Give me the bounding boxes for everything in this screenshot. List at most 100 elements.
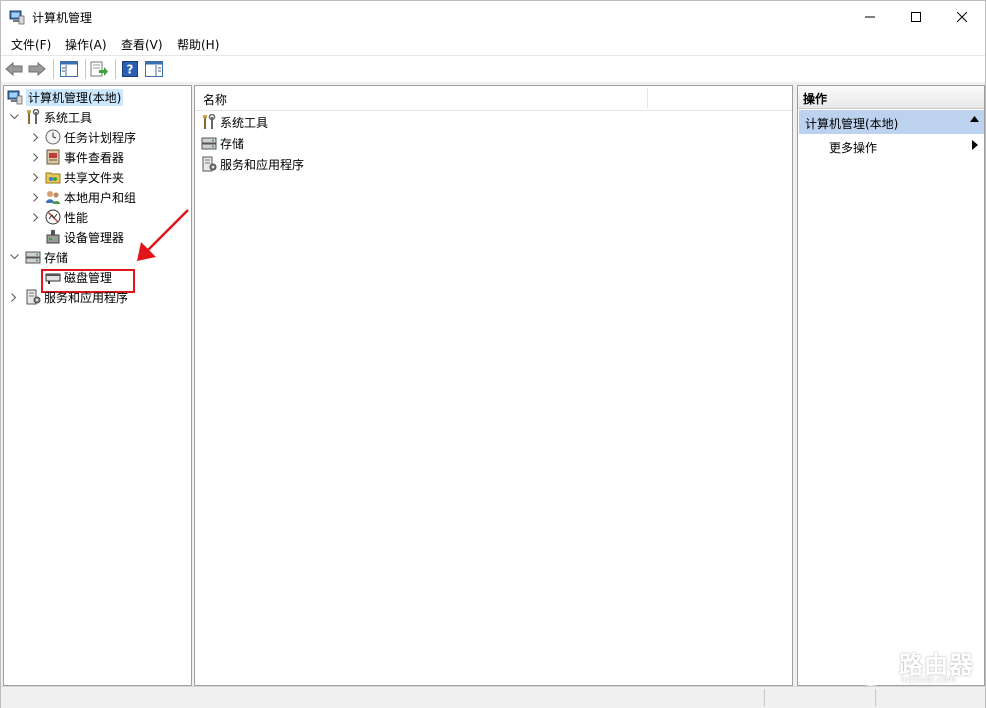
expand-event-viewer[interactable] [30, 147, 42, 167]
tree-item-system-tools[interactable]: 系统工具 [25, 107, 92, 127]
computer-management-icon [7, 90, 23, 105]
show-hide-tree-button[interactable] [59, 59, 79, 79]
menu-help[interactable]: 帮助(H) [177, 36, 219, 53]
event-viewer-icon [46, 149, 60, 165]
tree-item-label: 设备管理器 [64, 230, 125, 245]
device-manager-icon [46, 230, 60, 244]
chevron-right-icon [33, 172, 39, 182]
window-title: 计算机管理 [32, 11, 93, 25]
maximize-icon [911, 12, 921, 22]
toolbar: ? [1, 55, 985, 82]
toolbar-separator [53, 59, 54, 79]
status-separator [875, 689, 876, 706]
tree-root-label: 计算机管理(本地) [26, 88, 124, 106]
tree-item-services-apps[interactable]: 服务和应用程序 [25, 287, 128, 307]
column-separator[interactable] [647, 88, 648, 108]
expand-services-apps[interactable] [8, 287, 20, 307]
work-area: 计算机管理(本地) 系统工具 任务计划程序 事件查看器 共享文件夹 本地用户和组… [1, 82, 985, 686]
console-tree-icon [60, 61, 78, 77]
status-separator [764, 689, 765, 706]
list-item[interactable]: 服务和应用程序 [201, 154, 304, 174]
annotation-arrow-icon [137, 209, 189, 261]
chevron-right-icon [11, 292, 17, 302]
tree-item-label: 本地用户和组 [64, 190, 137, 205]
menu-bar: 文件(F) 操作(A) 查看(V) 帮助(H) [1, 33, 985, 54]
tree-item-label: 性能 [64, 210, 89, 225]
tree-item-performance[interactable]: 性能 [45, 207, 88, 227]
tree-item-event-viewer[interactable]: 事件查看器 [45, 147, 124, 167]
shared-folder-icon [45, 172, 61, 184]
action-pane-header: 操作 [798, 86, 984, 109]
system-tools-icon [27, 109, 40, 124]
toolbar-separator [85, 59, 86, 79]
expand-local-users[interactable] [30, 187, 42, 207]
action-group-label: 计算机管理(本地) [805, 117, 899, 131]
expand-system-tools[interactable] [8, 107, 20, 127]
expand-performance[interactable] [30, 207, 42, 227]
forward-arrow-icon [28, 62, 46, 76]
expand-storage[interactable] [8, 247, 20, 267]
computer-management-window: 计算机管理 文件(F) 操作(A) 查看(V) 帮助(H) ? 计算机管理(本地… [0, 0, 986, 708]
action-pane-icon [145, 61, 163, 77]
back-button[interactable] [4, 59, 24, 79]
title-bar: 计算机管理 [1, 1, 985, 33]
users-icon [46, 191, 60, 204]
tree-item-local-users[interactable]: 本地用户和组 [45, 187, 136, 207]
clock-icon [45, 129, 61, 145]
expand-task-scheduler[interactable] [30, 127, 42, 147]
maximize-button[interactable] [893, 1, 939, 33]
column-header-name[interactable]: 名称 [203, 91, 227, 108]
chevron-right-icon [33, 212, 39, 222]
performance-icon [45, 209, 61, 225]
forward-button[interactable] [27, 59, 47, 79]
storage-icon [25, 251, 41, 264]
close-button[interactable] [939, 1, 985, 33]
chevron-right-icon [33, 132, 39, 142]
tree-root-computer-management[interactable]: 计算机管理(本地) [7, 87, 124, 107]
export-list-button[interactable] [89, 59, 109, 79]
tree-item-label: 系统工具 [44, 110, 93, 125]
tree-item-task-scheduler[interactable]: 任务计划程序 [45, 127, 136, 147]
export-icon [90, 61, 108, 77]
list-header: 名称 [195, 86, 792, 111]
list-item[interactable]: 系统工具 [201, 112, 268, 132]
chevron-right-icon [33, 152, 39, 162]
collapse-triangle-icon[interactable] [970, 116, 979, 122]
tree-item-storage[interactable]: 存储 [25, 247, 68, 267]
expand-shared-folders[interactable] [30, 167, 42, 187]
chevron-right-icon [33, 192, 39, 202]
list-item-label: 系统工具 [220, 115, 269, 130]
tree-item-device-manager[interactable]: 设备管理器 [45, 227, 124, 247]
system-tools-icon [203, 114, 216, 129]
svg-text:?: ? [127, 63, 134, 77]
tree-item-label: 共享文件夹 [64, 170, 125, 185]
menu-action[interactable]: 操作(A) [65, 36, 107, 53]
help-icon: ? [122, 61, 138, 77]
minimize-button[interactable] [847, 1, 893, 33]
computer-management-icon [9, 10, 25, 25]
tree-item-label: 事件查看器 [64, 150, 125, 165]
status-bar [1, 686, 985, 708]
menu-file[interactable]: 文件(F) [11, 36, 51, 53]
list-item-label: 服务和应用程序 [220, 157, 305, 172]
result-list-pane: 名称 系统工具 存储 服务和应用程序 [194, 85, 793, 686]
tree-item-shared-folders[interactable]: 共享文件夹 [45, 167, 124, 187]
action-pane-title: 操作 [803, 92, 828, 106]
watermark-url: luyouqi.com [901, 675, 957, 685]
show-hide-action-pane-button[interactable] [144, 59, 164, 79]
more-actions-item[interactable]: 更多操作 [798, 136, 984, 156]
list-item[interactable]: 存储 [201, 133, 244, 153]
more-actions-label: 更多操作 [829, 141, 878, 155]
tree-item-label: 任务计划程序 [64, 130, 137, 145]
menu-view[interactable]: 查看(V) [121, 36, 163, 53]
chevron-down-icon [9, 114, 19, 120]
help-button[interactable]: ? [120, 59, 140, 79]
chevron-down-icon [9, 254, 19, 260]
action-group-computer-management[interactable]: 计算机管理(本地) [799, 110, 984, 134]
submenu-arrow-icon [972, 140, 978, 150]
services-apps-icon [26, 289, 41, 305]
tree-item-label: 服务和应用程序 [44, 290, 129, 305]
storage-icon [201, 137, 217, 150]
console-tree: 计算机管理(本地) 系统工具 任务计划程序 事件查看器 共享文件夹 本地用户和组… [3, 85, 192, 686]
services-apps-icon [202, 156, 217, 172]
